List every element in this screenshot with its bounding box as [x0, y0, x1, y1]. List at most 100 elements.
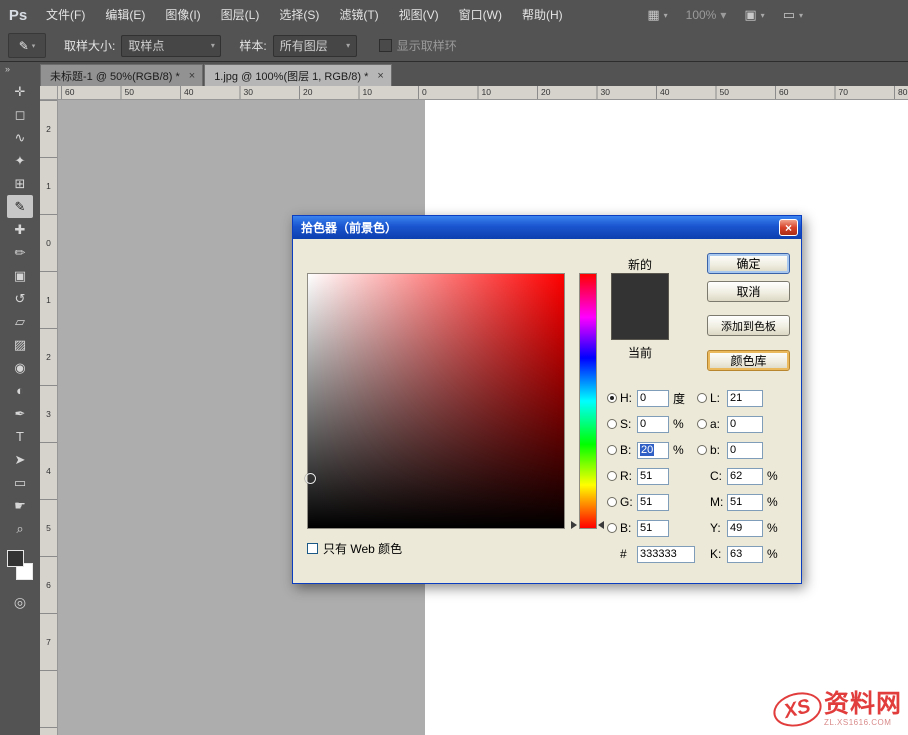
g-input[interactable]: 51	[637, 493, 669, 511]
menu-item[interactable]: 图层(L)	[211, 0, 270, 30]
type-tool[interactable]: T	[7, 425, 33, 448]
pen-tool[interactable]: ✒	[7, 402, 33, 425]
r-input[interactable]: 51	[637, 467, 669, 485]
chevron-down-icon: ▾	[210, 41, 215, 50]
gradient-tool[interactable]: ▨	[7, 333, 33, 356]
g-radio[interactable]	[607, 497, 617, 507]
h-input[interactable]: 0	[637, 389, 669, 407]
move-tool[interactable]: ✛	[7, 80, 33, 103]
ruler-label: 0	[422, 87, 427, 97]
hue-slider-arrow-left[interactable]	[571, 521, 577, 529]
brightness-input[interactable]: 20	[637, 441, 669, 459]
menu-item[interactable]: 选择(S)	[269, 0, 329, 30]
view-extras-icon[interactable]: ▣ ▾	[744, 7, 764, 23]
quick-mask-icon[interactable]: ◎	[14, 594, 26, 611]
a-input[interactable]: 0	[727, 415, 763, 433]
field-row-r: R: 51	[607, 466, 695, 486]
zoom-level-dropdown[interactable]: 100% ▾	[686, 8, 727, 22]
menu-item[interactable]: 编辑(E)	[95, 0, 155, 30]
zoom-tool[interactable]: ⌕	[7, 517, 33, 540]
lab-b-radio[interactable]	[697, 445, 707, 455]
y-input[interactable]: 49	[727, 519, 763, 537]
s-radio[interactable]	[607, 419, 617, 429]
a-radio[interactable]	[697, 419, 707, 429]
document-tab[interactable]: 1.jpg @ 100%(图层 1, RGB/8) * ×	[204, 64, 392, 86]
color-picker-dialog: 拾色器（前景色） × 新的 当前 确定 取消 添加到色板 颜色库 H: 0 度 …	[292, 215, 802, 584]
crop-tool[interactable]: ⊞	[7, 172, 33, 195]
hue-slider-arrow-right[interactable]	[598, 521, 604, 529]
tab-close-icon[interactable]: ×	[189, 70, 195, 82]
hue-slider[interactable]	[579, 273, 597, 529]
menu-item[interactable]: 滤镜(T)	[329, 0, 388, 30]
healing-brush-tool[interactable]: ✚	[7, 218, 33, 241]
close-icon[interactable]: ×	[779, 219, 798, 236]
ruler-label: 50	[124, 87, 134, 97]
menu-item[interactable]: 窗口(W)	[449, 0, 512, 30]
quick-selection-tool[interactable]: ✦	[7, 149, 33, 172]
lab-b-input[interactable]: 0	[727, 441, 763, 459]
color-field-marker[interactable]	[305, 473, 316, 484]
r-radio[interactable]	[607, 471, 617, 481]
collapse-toolbar-icon[interactable]: »	[0, 62, 40, 76]
new-color-preview	[612, 274, 668, 307]
path-selection-tool[interactable]: ➤	[7, 448, 33, 471]
shape-tool[interactable]: ▭	[7, 471, 33, 494]
ruler-label: 2	[46, 124, 51, 134]
c-input[interactable]: 62	[727, 467, 763, 485]
checkbox-icon[interactable]	[307, 543, 318, 554]
photoshop-logo[interactable]: Ps	[0, 7, 36, 24]
menu-item[interactable]: 图像(I)	[155, 0, 210, 30]
clone-stamp-tool[interactable]: ▣	[7, 264, 33, 287]
field-row-lab-b: b: 0	[697, 440, 778, 460]
m-input[interactable]: 51	[727, 493, 763, 511]
history-brush-tool[interactable]: ↺	[7, 287, 33, 310]
dialog-title-bar[interactable]: 拾色器（前景色）	[293, 216, 801, 239]
document-tab[interactable]: 未标题-1 @ 50%(RGB/8) * ×	[40, 64, 204, 86]
menu-item[interactable]: 帮助(H)	[512, 0, 573, 30]
dodge-tool[interactable]: ◐	[7, 379, 33, 402]
ruler-label: 70	[838, 87, 848, 97]
arrange-documents-icon[interactable]: ▦ ▾	[647, 7, 667, 23]
tab-close-icon[interactable]: ×	[377, 70, 383, 82]
blue-radio[interactable]	[607, 523, 617, 533]
color-field[interactable]	[305, 273, 565, 529]
cancel-button[interactable]: 取消	[707, 281, 790, 302]
sample-size-dropdown[interactable]: 取样点 ▾	[121, 34, 222, 57]
l-input[interactable]: 21	[727, 389, 763, 407]
hex-input[interactable]: 333333	[637, 545, 695, 563]
menu-item[interactable]: 视图(V)	[389, 0, 449, 30]
eyedropper-icon: ✎	[18, 38, 29, 53]
sample-layers-dropdown[interactable]: 所有图层 ▾	[272, 34, 357, 57]
chevron-down-icon: ▾	[31, 42, 36, 50]
checkbox-icon[interactable]	[378, 39, 392, 52]
ruler-label: 30	[243, 87, 253, 97]
blue-input[interactable]: 51	[637, 519, 669, 537]
h-radio[interactable]	[607, 393, 617, 403]
tool-strip: » ✛ ◻ ∿ ✦ ⊞ ✎ ✚ ✏ ▣ ↺ ▱ ▨ ◉ ◐ ✒ T ➤ ▭ ☛ …	[0, 62, 40, 735]
color-libraries-button[interactable]: 颜色库	[707, 350, 790, 371]
add-to-swatches-button[interactable]: 添加到色板	[707, 315, 790, 336]
ruler-label: 60	[779, 87, 789, 97]
web-colors-checkbox[interactable]: 只有 Web 颜色	[307, 540, 402, 557]
screen-mode-icon[interactable]: ▭ ▾	[783, 7, 803, 23]
foreground-color-swatch[interactable]	[7, 550, 24, 567]
show-sampling-ring-checkbox[interactable]: 显示取样环	[378, 37, 457, 54]
l-radio[interactable]	[697, 393, 707, 403]
k-input[interactable]: 63	[727, 545, 763, 563]
m-unit: %	[767, 495, 778, 509]
marquee-tool[interactable]: ◻	[7, 103, 33, 126]
eraser-tool[interactable]: ▱	[7, 310, 33, 333]
ok-button[interactable]: 确定	[707, 253, 790, 274]
hand-tool[interactable]: ☛	[7, 494, 33, 517]
eyedropper-preset-button[interactable]: ✎ ▾	[8, 33, 46, 58]
eyedropper-tool[interactable]: ✎	[7, 195, 33, 218]
menu-item[interactable]: 文件(F)	[36, 0, 95, 30]
s-input[interactable]: 0	[637, 415, 669, 433]
ruler-label: 5	[46, 523, 51, 533]
brightness-radio[interactable]	[607, 445, 617, 455]
current-color-preview[interactable]	[612, 306, 668, 339]
chevron-down-icon: ▾	[798, 10, 803, 20]
brush-tool[interactable]: ✏	[7, 241, 33, 264]
blur-tool[interactable]: ◉	[7, 356, 33, 379]
lasso-tool[interactable]: ∿	[7, 126, 33, 149]
